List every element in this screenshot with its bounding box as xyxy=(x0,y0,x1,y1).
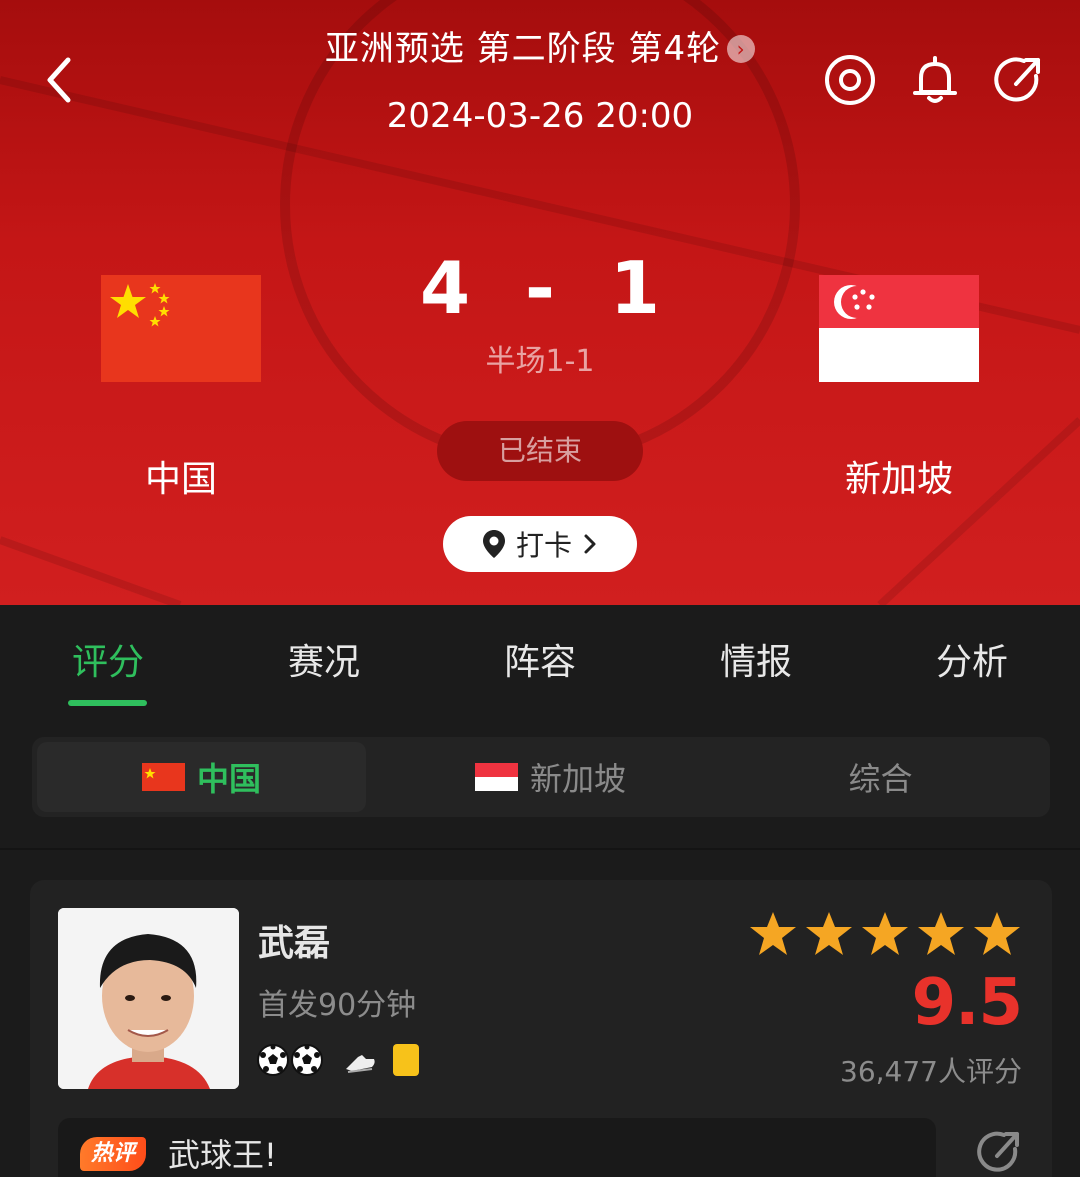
match-events xyxy=(256,1042,420,1078)
filter-overall[interactable]: 综合 xyxy=(716,742,1045,812)
home-score: 4 xyxy=(420,246,471,330)
china-flag-icon xyxy=(110,283,170,327)
star-icon xyxy=(862,912,908,955)
active-tab-indicator xyxy=(68,700,147,706)
away-score: 1 xyxy=(609,246,660,330)
hot-comment-badge: 热评 xyxy=(80,1137,146,1171)
checkin-label: 打卡 xyxy=(515,529,572,562)
player-portrait-icon xyxy=(58,908,239,1089)
filter-away-label: 新加坡 xyxy=(529,760,626,798)
divider xyxy=(0,848,1080,850)
tab-ratings[interactable]: 评分 xyxy=(48,633,168,685)
player-minutes: 首发90分钟 xyxy=(258,988,417,1023)
bell-icon[interactable] xyxy=(907,52,963,108)
home-team-flag[interactable] xyxy=(101,275,261,382)
tab-live[interactable]: 赛况 xyxy=(264,633,384,685)
back-icon[interactable] xyxy=(40,52,84,108)
goal-icon xyxy=(257,1044,289,1076)
filter-home-team[interactable]: 中国 xyxy=(37,742,366,812)
tab-bar: 评分 赛况 阵容 情报 分析 xyxy=(0,605,1080,723)
star-icon xyxy=(750,912,796,955)
rating-count: 36,477人评分 xyxy=(840,1055,1022,1088)
star-icon xyxy=(918,912,964,955)
yellow-card-icon xyxy=(393,1044,419,1076)
china-flag-icon xyxy=(141,763,185,791)
team-filter: 中国 新加坡 综合 xyxy=(32,737,1050,817)
tab-lineup[interactable]: 阵容 xyxy=(480,633,600,685)
share-icon[interactable] xyxy=(975,1127,1025,1177)
hot-comment-text: 武球王! xyxy=(168,1136,277,1174)
filter-away-team[interactable]: 新加坡 xyxy=(386,742,715,812)
star-icon xyxy=(974,912,1020,955)
player-rating-score: 9.5 xyxy=(911,966,1023,1040)
share-icon[interactable] xyxy=(992,52,1048,108)
singapore-crescent-icon xyxy=(834,285,875,319)
competition-title[interactable]: 亚洲预选 第二阶段 第4轮 › xyxy=(200,24,880,74)
tab-analysis[interactable]: 分析 xyxy=(912,633,1032,685)
filter-home-label: 中国 xyxy=(196,760,261,798)
target-icon[interactable] xyxy=(822,52,878,108)
checkin-button[interactable]: 打卡 xyxy=(443,516,637,572)
half-time-score: 半场1-1 xyxy=(485,344,595,379)
singapore-flag-icon xyxy=(474,763,518,791)
filter-overall-label: 综合 xyxy=(848,760,913,798)
score-separator: - xyxy=(525,246,555,330)
match-status-badge: 已结束 xyxy=(437,421,643,481)
star-rating xyxy=(748,910,1022,958)
player-name[interactable]: 武磊 xyxy=(258,914,330,966)
star-icon xyxy=(806,912,852,955)
player-avatar[interactable] xyxy=(58,908,239,1089)
competition-label: 亚洲预选 第二阶段 第4轮 xyxy=(324,29,722,69)
boot-assist-icon xyxy=(346,1055,375,1073)
away-team-name[interactable]: 新加坡 xyxy=(779,450,1019,502)
match-datetime: 2024-03-26 20:00 xyxy=(386,96,694,136)
away-team-flag[interactable] xyxy=(819,275,979,382)
home-team-name[interactable]: 中国 xyxy=(61,450,301,502)
goal-icon xyxy=(291,1044,323,1076)
singapore-flag-red-band xyxy=(819,275,979,328)
chevron-right-icon xyxy=(584,534,596,554)
tab-intel[interactable]: 情报 xyxy=(696,633,816,685)
scoreboard: 4 - 1 xyxy=(390,238,690,338)
chevron-right-icon: › xyxy=(727,35,756,63)
location-pin-icon xyxy=(482,530,505,558)
